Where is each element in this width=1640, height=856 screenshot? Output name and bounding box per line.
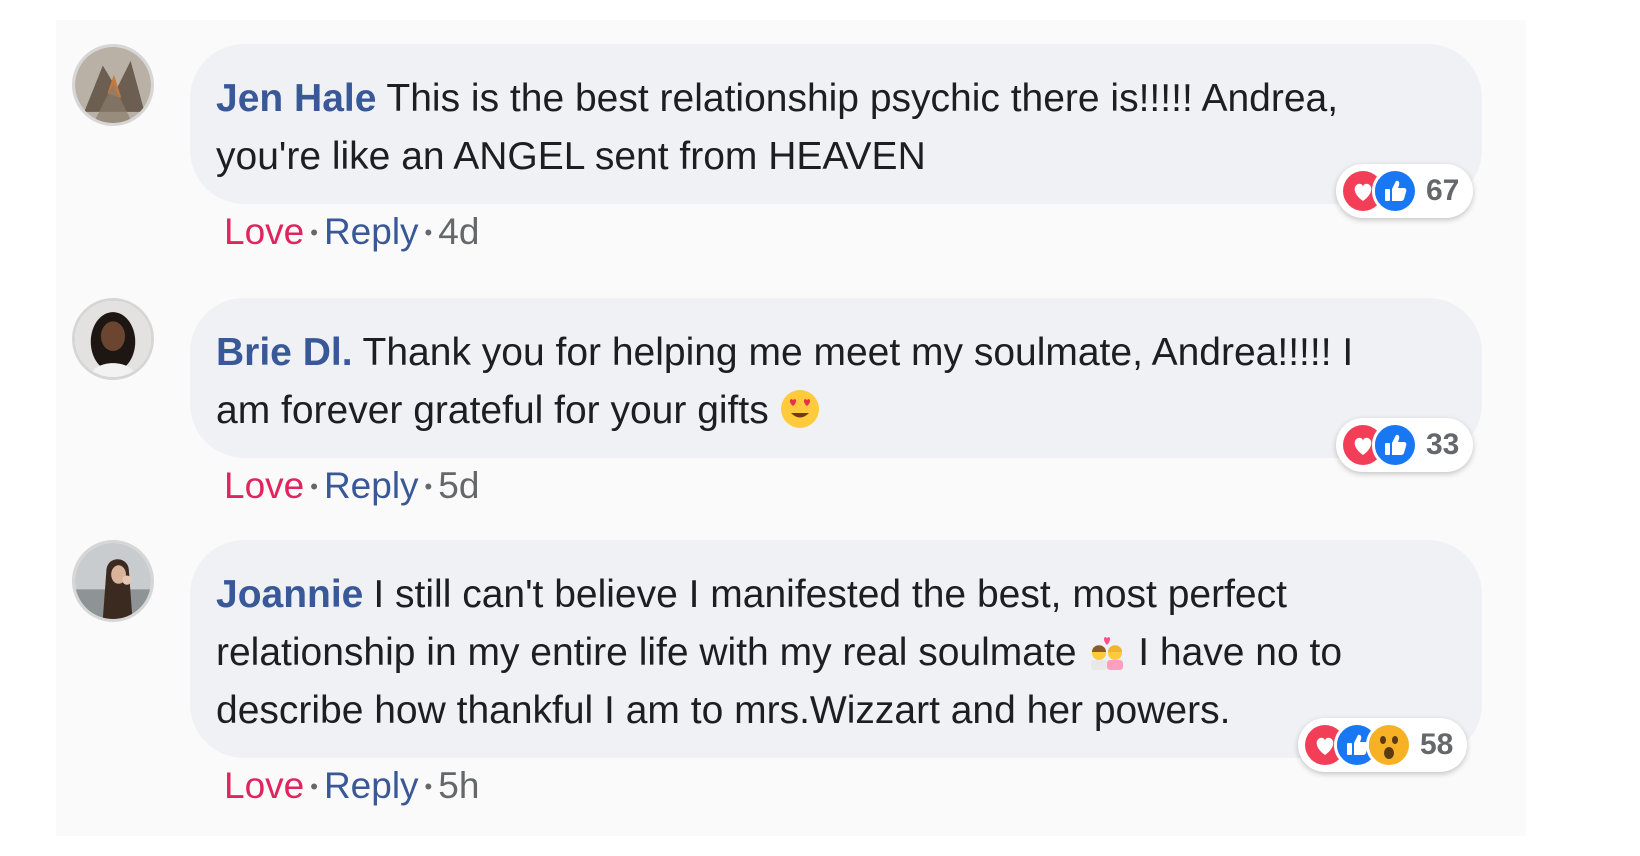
reaction-count: 33 xyxy=(1426,428,1460,461)
comment-actions: Love • Reply • 5h xyxy=(224,764,479,809)
like-reaction-icon xyxy=(1372,168,1418,214)
comment-author[interactable]: Joannie xyxy=(216,573,363,616)
comment-timestamp[interactable]: 5d xyxy=(438,465,479,506)
comment-timestamp[interactable]: 4d xyxy=(438,211,479,252)
comment-actions: Love • Reply • 5d xyxy=(224,464,479,509)
avatar[interactable] xyxy=(72,298,154,380)
separator-dot: • xyxy=(310,774,318,799)
comment-bubble: Brie Dl. Thank you for helping me meet my… xyxy=(190,298,1482,458)
separator-dot: • xyxy=(424,220,433,245)
comment-actions: Love • Reply • 4d xyxy=(224,210,479,255)
reaction-summary[interactable]: 67 xyxy=(1336,164,1474,218)
reply-button[interactable]: Reply xyxy=(324,465,419,506)
reaction-count: 58 xyxy=(1420,728,1454,761)
comment-bubble: Joannie I still can't believe I manifeste… xyxy=(190,540,1482,758)
comment-text: This is the best relationship psychic th… xyxy=(216,77,1339,178)
comment-author[interactable]: Jen Hale xyxy=(216,77,376,120)
separator-dot: • xyxy=(310,474,318,499)
heart-eyes-emoji-icon xyxy=(780,389,820,429)
reaction-count: 67 xyxy=(1426,174,1460,207)
love-button[interactable]: Love xyxy=(224,211,304,252)
avatar[interactable] xyxy=(72,540,154,622)
comment-bubble: Jen Hale This is the best relationship ps… xyxy=(190,44,1482,204)
like-reaction-icon xyxy=(1372,422,1418,468)
separator-dot: • xyxy=(424,474,433,499)
love-button[interactable]: Love xyxy=(224,465,304,506)
comment-text: I still can't believe I manifested the b… xyxy=(216,573,1287,674)
comment-author[interactable]: Brie Dl. xyxy=(216,331,353,374)
reaction-summary[interactable]: 33 xyxy=(1336,418,1474,472)
separator-dot: • xyxy=(310,220,318,245)
reply-button[interactable]: Reply xyxy=(324,211,419,252)
comment-timestamp[interactable]: 5h xyxy=(438,765,479,806)
reply-button[interactable]: Reply xyxy=(324,765,419,806)
separator-dot: • xyxy=(424,774,433,799)
wow-reaction-icon xyxy=(1366,722,1412,768)
avatar[interactable] xyxy=(72,44,154,126)
love-button[interactable]: Love xyxy=(224,765,304,806)
reaction-summary[interactable]: 58 xyxy=(1298,718,1468,772)
couple-with-heart-emoji-icon xyxy=(1087,631,1127,671)
